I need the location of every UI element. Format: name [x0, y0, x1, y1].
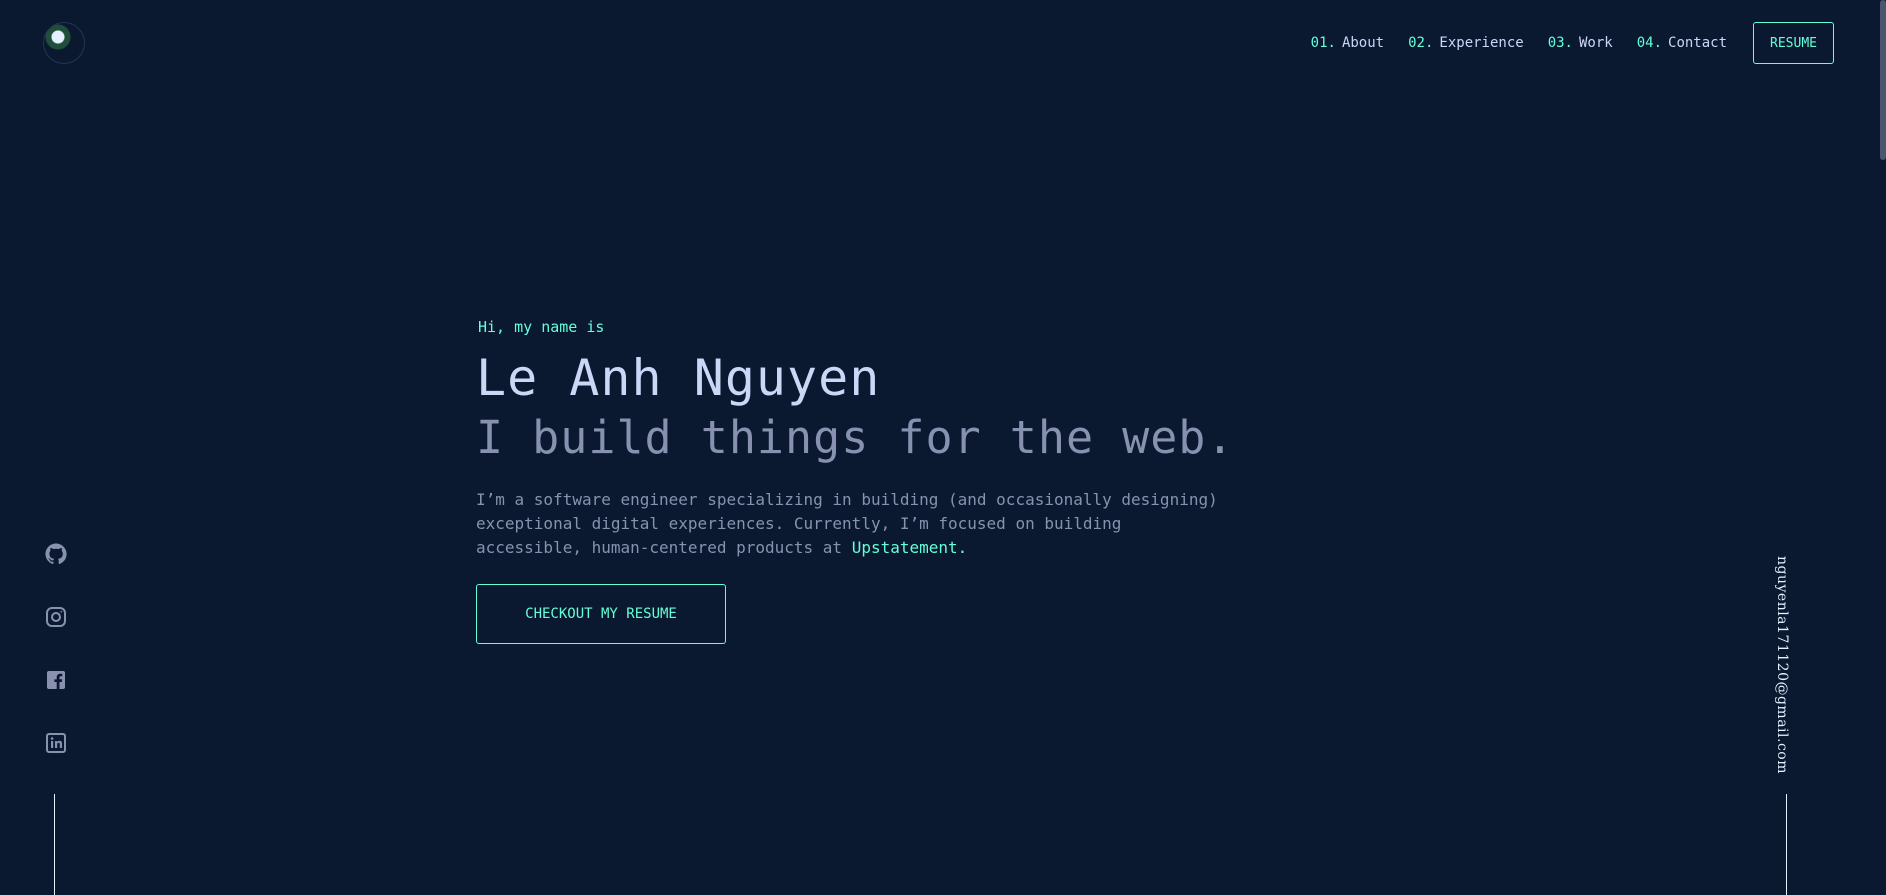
instagram-icon[interactable] [44, 605, 68, 629]
nav-label: Work [1579, 35, 1613, 51]
right-rail-line [1786, 794, 1787, 895]
main-nav: 01. About 02. Experience 03. Work 04. Co… [1287, 22, 1834, 64]
checkout-resume-button[interactable]: CHECKOUT MY RESUME [476, 584, 726, 644]
hero-description: I’m a software engineer specializing in … [476, 488, 1236, 560]
nav-number: 01. [1310, 35, 1336, 51]
site-header: 01. About 02. Experience 03. Work 04. Co… [0, 0, 1886, 86]
nav-label: Experience [1439, 35, 1524, 51]
hero-name: Le Anh Nguyen [476, 349, 881, 407]
scrollbar[interactable] [1880, 0, 1886, 895]
email-link[interactable]: nguyenla171120@gmail.com [1774, 556, 1790, 774]
hero-section: Hi, my name is Le Anh Nguyen I build thi… [476, 318, 1276, 644]
nav-label: Contact [1668, 35, 1728, 51]
hero-greeting: Hi, my name is [478, 318, 605, 336]
scrollbar-thumb[interactable] [1880, 0, 1886, 160]
company-link[interactable]: Upstatement. [852, 538, 968, 557]
hero-tagline: I build things for the web. [476, 411, 1235, 464]
social-links [44, 542, 68, 794]
nav-number: 02. [1408, 35, 1434, 51]
github-icon[interactable] [44, 542, 68, 566]
nav-item-work[interactable]: 03. Work [1548, 35, 1613, 51]
nav-item-about[interactable]: 01. About [1311, 35, 1384, 51]
avatar-logo[interactable] [43, 22, 85, 64]
nav-label: About [1341, 35, 1385, 51]
resume-button[interactable]: RESUME [1753, 22, 1834, 64]
left-rail-line [54, 794, 55, 895]
description-line: exceptional digital experiences. Current… [476, 514, 1122, 533]
facebook-icon[interactable] [44, 668, 68, 692]
description-text: accessible, human-centered products at [476, 538, 852, 557]
nav-number: 03. [1547, 35, 1573, 51]
linkedin-icon[interactable] [44, 731, 68, 755]
description-line: accessible, human-centered products at U… [476, 536, 1236, 560]
description-line: I’m a software engineer specializing in … [476, 490, 1218, 509]
nav-item-experience[interactable]: 02. Experience [1408, 35, 1524, 51]
nav-item-contact[interactable]: 04. Contact [1637, 35, 1727, 51]
nav-number: 04. [1636, 35, 1663, 51]
